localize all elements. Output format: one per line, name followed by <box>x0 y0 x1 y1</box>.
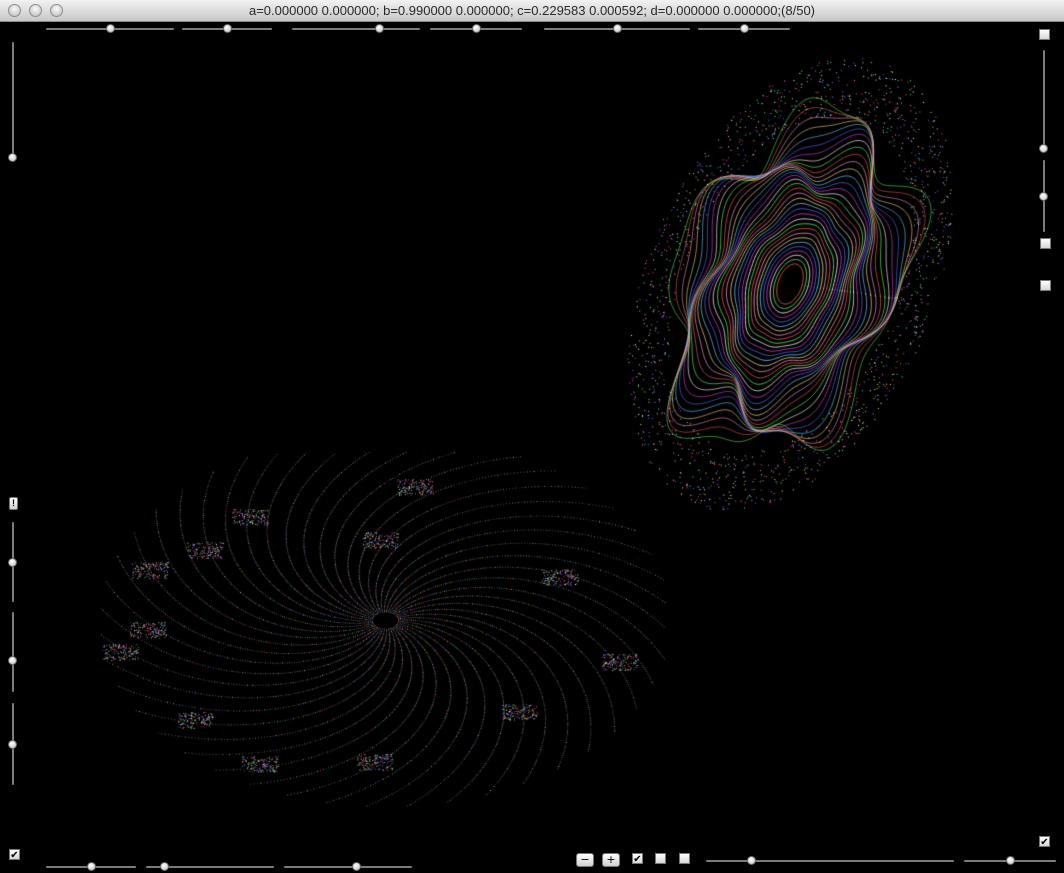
left-info-button[interactable]: ! <box>9 497 18 510</box>
slider-knob[interactable] <box>106 24 115 33</box>
window-title: a=0.000000 0.000000; b=0.990000 0.000000… <box>248 3 816 18</box>
param-c-imag-slider[interactable] <box>698 24 790 34</box>
right-checkbox-1[interactable] <box>1040 238 1051 249</box>
top-right-checkbox[interactable] <box>1039 29 1050 40</box>
param-c-real-slider[interactable] <box>544 24 690 34</box>
left-slider-3[interactable] <box>8 612 18 692</box>
right-slider-2[interactable] <box>1039 160 1049 232</box>
slider-knob[interactable] <box>8 153 17 163</box>
bottom-checkbox-1[interactable] <box>632 853 643 864</box>
zoom-out-button[interactable]: − <box>576 853 594 867</box>
slider-knob[interactable] <box>87 862 96 871</box>
slider-knob[interactable] <box>613 24 622 33</box>
slider-knob[interactable] <box>740 24 749 33</box>
param-b-real-slider[interactable] <box>292 24 420 34</box>
slider-knob[interactable] <box>223 24 232 33</box>
bottom-slider-1[interactable] <box>46 862 136 872</box>
bottom-right-checkbox[interactable] <box>1039 836 1050 847</box>
slider-knob[interactable] <box>746 856 756 865</box>
right-slider-1[interactable] <box>1039 50 1049 153</box>
application-window: a=0.000000 0.000000; b=0.990000 0.000000… <box>0 0 1064 873</box>
slider-knob[interactable] <box>351 862 361 871</box>
left-slider-2[interactable] <box>8 522 18 602</box>
param-a-imag-slider[interactable] <box>182 24 272 34</box>
bottom-slider-5[interactable] <box>964 856 1056 866</box>
slider-knob[interactable] <box>8 656 17 665</box>
title-bar[interactable]: a=0.000000 0.000000; b=0.990000 0.000000… <box>0 0 1064 22</box>
bottom-checkbox-2[interactable] <box>655 853 666 864</box>
slider-knob[interactable] <box>8 558 17 567</box>
slider-knob[interactable] <box>8 740 17 749</box>
slider-knob[interactable] <box>375 24 385 33</box>
param-b-imag-slider[interactable] <box>430 24 522 34</box>
right-checkbox-2[interactable] <box>1040 280 1051 291</box>
param-a-real-slider[interactable] <box>46 24 174 34</box>
fractal-plot-canvas[interactable] <box>0 22 1064 873</box>
slider-knob[interactable] <box>1039 192 1048 201</box>
slider-knob[interactable] <box>472 24 481 33</box>
slider-knob[interactable] <box>159 862 169 871</box>
bottom-left-checkbox[interactable] <box>9 849 20 860</box>
left-slider-4[interactable] <box>8 703 18 785</box>
bottom-slider-2[interactable] <box>146 862 274 872</box>
bottom-slider-3[interactable] <box>284 862 412 872</box>
bottom-slider-4[interactable] <box>706 856 954 866</box>
bottom-checkbox-3[interactable] <box>679 853 690 864</box>
slider-knob[interactable] <box>1039 143 1048 153</box>
slider-knob[interactable] <box>1006 856 1015 865</box>
left-slider-top[interactable] <box>8 42 18 163</box>
zoom-in-button[interactable]: + <box>602 853 620 867</box>
